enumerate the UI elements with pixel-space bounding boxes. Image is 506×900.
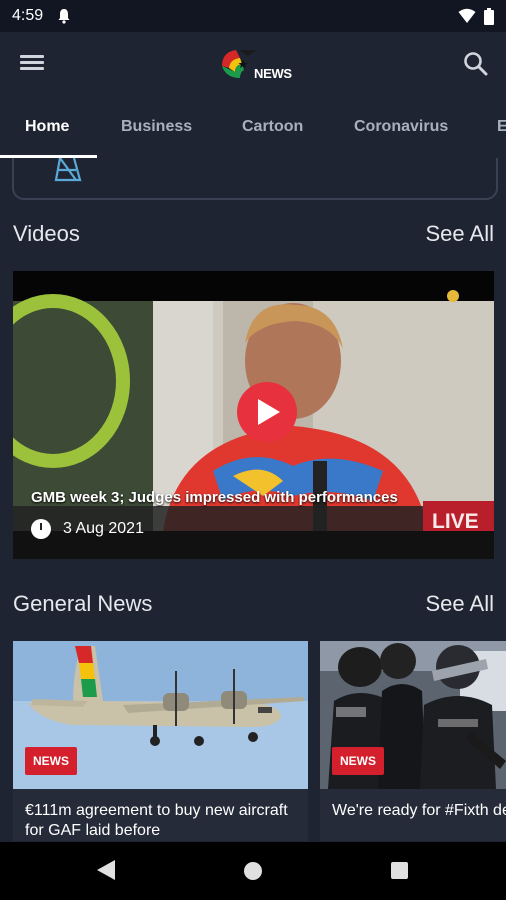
ghana-flag-logo-icon (222, 50, 256, 78)
wifi-icon (458, 8, 476, 23)
recent-square-icon[interactable] (391, 862, 408, 879)
tab-label: Business (121, 118, 193, 135)
news-title: We're ready for #Fixth demo – Police (332, 802, 506, 819)
battery-icon (484, 7, 494, 25)
clock-icon (31, 519, 51, 539)
tab-home[interactable]: Home (25, 96, 69, 158)
app-logo: NEWS (218, 46, 292, 84)
notification-bell-icon (58, 9, 70, 24)
news-card[interactable]: NEWS We're ready for #Fixth demo – Polic… (320, 641, 506, 841)
videos-see-all-link[interactable]: See All (426, 221, 495, 247)
logo-text: NEWS (254, 66, 292, 81)
video-date: 3 Aug 2021 (63, 520, 144, 537)
news-title: €111m agreement to buy new aircraft for … (25, 802, 288, 839)
videos-section-header: Videos See All (13, 219, 494, 249)
tab-partial[interactable]: E (497, 96, 506, 158)
menu-button[interactable] (20, 52, 50, 78)
tab-label: E (497, 118, 506, 135)
general-news-section-title: General News (13, 591, 153, 616)
videos-section-title: Videos (13, 221, 80, 246)
back-triangle-icon[interactable] (97, 860, 115, 880)
status-icons (458, 7, 494, 25)
live-overlay-label: LIVE (432, 510, 479, 533)
tab-label: Home (25, 118, 70, 135)
app-bar: NEWS (0, 32, 506, 96)
news-badge: NEWS (332, 747, 384, 775)
home-circle-icon[interactable] (244, 862, 262, 880)
system-navigation-bar (0, 842, 506, 900)
featured-card-partial[interactable] (12, 158, 498, 200)
tab-label: Coronavirus (354, 118, 449, 135)
video-title: GMB week 3; Judges impressed with perfor… (31, 489, 398, 506)
news-card[interactable]: NEWS €111m agreement to buy new aircraft… (13, 641, 308, 841)
tab-business[interactable]: Business (121, 96, 192, 158)
featured-video-card[interactable]: LIVE GMB week 3; Judges impressed with p… (13, 271, 494, 559)
live-overlay-text: LIVE (432, 510, 479, 533)
status-bar: 4:59 (0, 0, 506, 32)
hamburger-icon-line (20, 61, 44, 64)
tower-icon (54, 158, 82, 182)
tab-cartoon[interactable]: Cartoon (242, 96, 303, 158)
news-badge: NEWS (25, 747, 77, 775)
general-news-section-header: General News See All (13, 589, 494, 619)
tab-coronavirus[interactable]: Coronavirus (354, 96, 448, 158)
hamburger-icon-line (20, 67, 44, 70)
search-icon[interactable] (462, 50, 490, 78)
general-news-see-all-link[interactable]: See All (426, 591, 495, 617)
play-button[interactable] (237, 382, 297, 442)
status-time: 4:59 (12, 7, 44, 24)
hamburger-icon (20, 55, 44, 58)
tab-label: Cartoon (242, 118, 304, 135)
category-tabs: Home Business Cartoon Coronavirus E (0, 96, 506, 158)
play-icon (258, 399, 280, 425)
video-date-row: 3 Aug 2021 (31, 519, 144, 539)
